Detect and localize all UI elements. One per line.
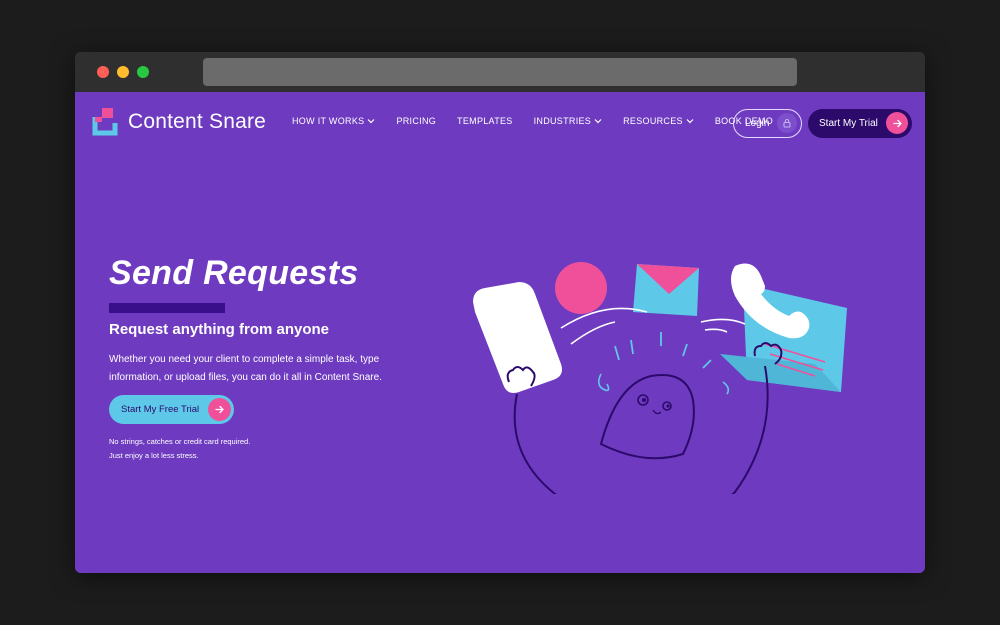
chevron-down-icon [594,119,602,124]
nav-label: HOW IT WORKS [292,116,365,126]
envelope-illustration [633,264,699,316]
browser-titlebar [75,52,925,92]
browser-window: Content Snare HOW IT WORKS PRICING TEMPL… [75,52,925,573]
chevron-down-icon [368,119,375,124]
hero-subtitle: Request anything from anyone [109,321,330,338]
login-label: Login [745,118,770,129]
hero-title: Send Requests [109,254,359,292]
address-bar[interactable] [203,58,797,86]
nav-how-it-works[interactable]: HOW IT WORKS [292,116,375,126]
nav-pricing[interactable]: PRICING [396,116,436,126]
arrow-right-icon [208,398,231,421]
nav-industries[interactable]: INDUSTRIES [534,116,603,126]
nav-templates[interactable]: TEMPLATES [457,116,513,126]
login-button[interactable]: Login [733,109,802,138]
fine-print: No strings, catches or credit card requi… [109,435,250,463]
content-snare-logo-icon [92,108,118,136]
close-window-button[interactable] [97,66,109,78]
main-nav: HOW IT WORKS PRICING TEMPLATES INDUSTRIE… [292,116,794,126]
hero-illustration [473,262,847,494]
start-free-trial-button[interactable]: Start My Free Trial [109,395,234,424]
lock-icon [777,113,797,133]
page: Content Snare HOW IT WORKS PRICING TEMPL… [75,92,925,573]
fine-print-line-2: Just enjoy a lot less stress. [109,451,199,460]
maximize-window-button[interactable] [137,66,149,78]
logo[interactable]: Content Snare [92,108,266,136]
nav-resources[interactable]: RESOURCES [623,116,694,126]
nav-label: PRICING [396,116,437,126]
logo-text: Content Snare [128,110,267,133]
arrow-right-icon [886,112,908,134]
nav-label: TEMPLATES [457,116,513,126]
chevron-down-icon [686,119,694,124]
start-trial-button[interactable]: Start My Trial [808,109,912,138]
fine-print-line-1: No strings, catches or credit card requi… [109,437,251,446]
hero-description: Whether you need your client to complete… [109,354,382,383]
nav-label: INDUSTRIES [533,116,592,126]
pink-circle-illustration [555,262,607,314]
minimize-window-button[interactable] [117,66,129,78]
hero-underline-bar [109,303,225,313]
cta-label: Start My Free Trial [121,404,200,415]
trial-label: Start My Trial [819,118,878,129]
phone-illustration [473,282,562,393]
nav-label: RESOURCES [623,116,683,126]
